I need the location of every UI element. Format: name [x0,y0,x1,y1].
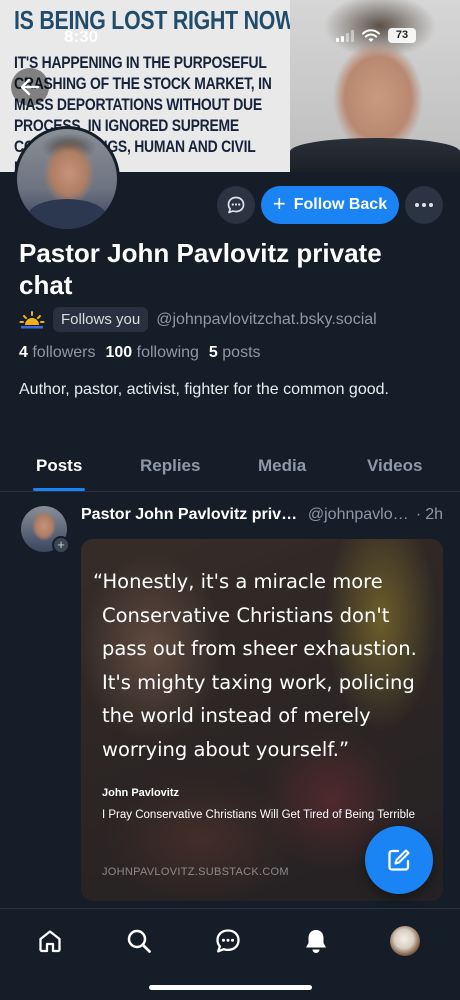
nav-search[interactable] [121,923,157,959]
follows-you-badge: Follows you [53,307,149,332]
followers-stat[interactable]: 4 followers [19,344,96,362]
quote-author: John Pavlovitz [102,787,180,799]
quote-line: Conservative Christians don't [102,603,390,627]
nav-notifications[interactable] [298,923,334,959]
quote-line: worrying about yourself.” [102,737,350,761]
status-indicators: 73 [336,28,416,43]
posts-stat: 5 posts [208,344,261,361]
status-time: 8:30 [64,27,99,46]
wifi-icon [362,28,380,42]
quote-source-site: JOHNPAVLOVITZ.SUBSTACK.COM [102,866,289,878]
compose-button[interactable] [365,826,433,894]
quote-line: “Honestly, it's a miracle more [93,570,383,593]
bell-icon [306,930,326,953]
message-button[interactable] [217,186,255,224]
sunrise-emoji-icon [19,310,45,328]
banner-photo-shirt [290,138,460,172]
quote-line: It's mighty taxing work, policing [102,670,415,694]
home-icon [39,930,61,953]
chat-icon [216,929,240,953]
handle-row: Follows you @johnpavlovitzchat.bsky.soci… [19,307,377,332]
follow-plus-badge-icon[interactable]: + [52,536,70,554]
back-button[interactable] [11,68,49,106]
quote-text: “Honestly, it's a miracle more Conservat… [93,565,433,766]
profile-avatar-thumbnail [390,926,420,956]
profile-bio: Author, pastor, activist, fighter for th… [19,381,389,398]
profile-handle[interactable]: @johnpavlovitzchat.bsky.social [156,311,377,329]
compose-pencil-icon [388,849,410,871]
post-author-handle[interactable]: @johnpavlovitzchat.bsky.social [308,506,412,524]
battery-icon: 73 [388,28,416,43]
arrow-left-icon [20,78,40,96]
plus-icon: + [272,191,286,216]
banner-photo [290,0,460,172]
ellipsis-icon [415,203,433,207]
cellular-signal-icon [336,29,354,42]
post-separator: · [415,506,422,523]
search-icon [127,929,151,953]
quote-line: the world instead of merely [102,704,371,727]
quote-source-title: I Pray Conservative Christians Will Get … [102,809,415,821]
tab-replies[interactable]: Replies [140,456,200,476]
quote-line: pass out from sheer exhaustion. [102,637,417,660]
post-timestamp: 2h [425,506,443,523]
nav-chat[interactable] [210,923,246,959]
nav-profile[interactable] [387,923,423,959]
more-options-button[interactable] [405,186,443,224]
tab-videos[interactable]: Videos [367,456,422,476]
follow-back-label: Follow Back [293,196,388,213]
profile-avatar[interactable] [14,126,120,232]
post-header: Pastor John Pavlovitz private chat @john… [81,506,443,524]
nav-home[interactable] [32,923,68,959]
home-indicator[interactable] [149,985,312,990]
follow-back-button[interactable]: + Follow Back [261,186,399,224]
tab-posts[interactable]: Posts [36,456,82,476]
banner-headline: IS BEING LOST RIGHT NOW. [14,5,300,35]
tab-media[interactable]: Media [258,456,306,476]
active-tab-indicator [33,488,85,491]
following-stat[interactable]: 100 following [106,344,199,362]
profile-stats: 4 followers 100 following 5 posts [19,344,261,362]
post-author-name[interactable]: Pastor John Pavlovitz private chat [81,506,302,524]
profile-tabs: Posts Replies Media Videos [0,440,460,492]
chat-bubble-icon [227,196,245,214]
profile-display-name: Pastor John Pavlovitz private chat [19,238,382,300]
